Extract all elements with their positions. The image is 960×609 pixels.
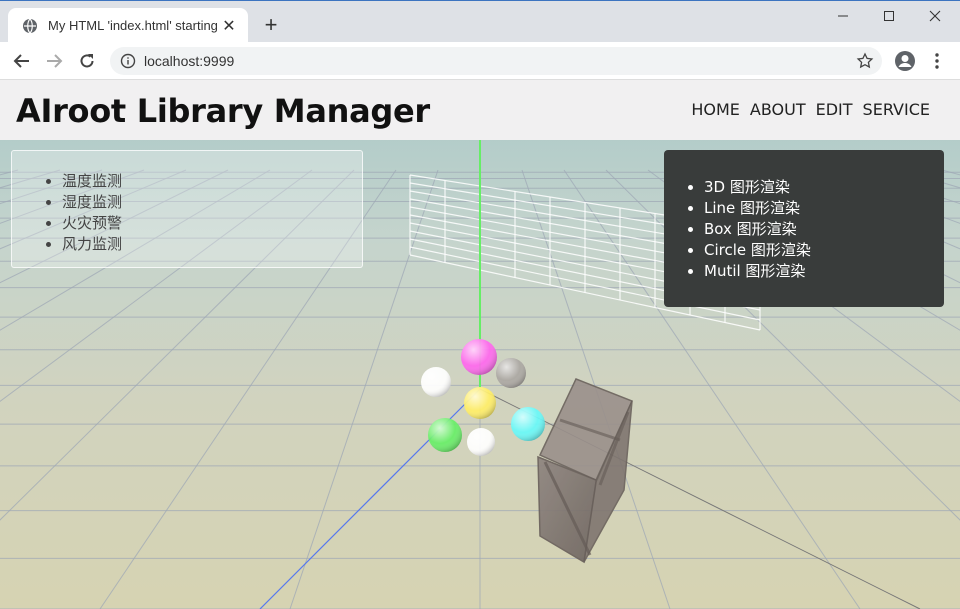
arrow-right-icon — [47, 54, 63, 68]
close-icon — [929, 10, 941, 22]
monitor-list: 温度监测 湿度监测 火灾预警 风力监测 — [62, 171, 362, 255]
sphere[interactable] — [461, 339, 497, 375]
nav-service[interactable]: SERVICE — [863, 100, 930, 119]
nav-edit[interactable]: EDIT — [816, 100, 853, 119]
minimize-icon — [838, 15, 848, 17]
info-icon[interactable] — [120, 53, 136, 69]
address-url[interactable]: localhost:9999 — [144, 53, 234, 69]
reload-icon — [80, 54, 94, 68]
list-item[interactable]: 湿度监测 — [62, 192, 362, 213]
list-item[interactable]: 火灾预警 — [62, 213, 362, 234]
window-close-button[interactable] — [912, 5, 958, 27]
maximize-icon — [884, 11, 894, 21]
reload-button[interactable] — [75, 49, 99, 73]
nav-home[interactable]: HOME — [691, 100, 740, 119]
browser-menu-button[interactable] — [926, 50, 948, 72]
list-item[interactable]: Circle 图形渲染 — [704, 240, 944, 261]
sphere-group — [421, 339, 545, 456]
sphere[interactable] — [464, 387, 496, 419]
render-list: 3D 图形渲染 Line 图形渲染 Box 图形渲染 Circle 图形渲染 M… — [704, 177, 944, 282]
maximize-button[interactable] — [866, 5, 912, 27]
nav-about[interactable]: ABOUT — [750, 100, 806, 119]
back-button[interactable] — [10, 49, 34, 73]
site-title: AIroot Library Manager — [16, 92, 430, 130]
tab-close-icon[interactable]: ✕ — [220, 16, 238, 35]
list-item[interactable]: Box 图形渲染 — [704, 219, 944, 240]
list-item[interactable]: 3D 图形渲染 — [704, 177, 944, 198]
sphere[interactable] — [421, 367, 451, 397]
address-bar[interactable]: localhost:9999 — [110, 47, 882, 75]
new-tab-button[interactable]: + — [259, 14, 283, 38]
more-vertical-icon — [935, 53, 939, 69]
tab-title: My HTML 'index.html' starting — [48, 18, 218, 33]
list-item[interactable]: 风力监测 — [62, 234, 362, 255]
list-item[interactable]: Line 图形渲染 — [704, 198, 944, 219]
bookmark-star-icon[interactable] — [856, 52, 874, 70]
sphere[interactable] — [428, 418, 462, 452]
arrow-left-icon — [13, 54, 29, 68]
site-nav: HOME ABOUT EDIT SERVICE — [691, 100, 930, 119]
monitor-panel: 温度监测 湿度监测 火灾预警 风力监测 — [11, 150, 363, 268]
globe-icon — [23, 18, 37, 33]
sphere[interactable] — [511, 407, 545, 441]
browser-tabstrip: My HTML 'index.html' starting ✕ + — [0, 0, 960, 43]
browser-tab[interactable]: My HTML 'index.html' starting ✕ — [8, 8, 248, 43]
browser-toolbar: localhost:9999 — [0, 42, 960, 80]
render-panel: 3D 图形渲染 Line 图形渲染 Box 图形渲染 Circle 图形渲染 M… — [664, 150, 944, 307]
minimize-button[interactable] — [820, 5, 866, 27]
list-item[interactable]: Mutil 图形渲染 — [704, 261, 944, 282]
sphere[interactable] — [467, 428, 495, 456]
list-item[interactable]: 温度监测 — [62, 171, 362, 192]
sphere[interactable] — [496, 358, 526, 388]
wooden-box[interactable] — [537, 378, 634, 564]
account-icon[interactable] — [894, 50, 916, 72]
site-header: AIroot Library Manager HOME ABOUT EDIT S… — [0, 80, 960, 140]
forward-button[interactable] — [42, 49, 66, 73]
page-viewport: AIroot Library Manager HOME ABOUT EDIT S… — [0, 80, 960, 609]
